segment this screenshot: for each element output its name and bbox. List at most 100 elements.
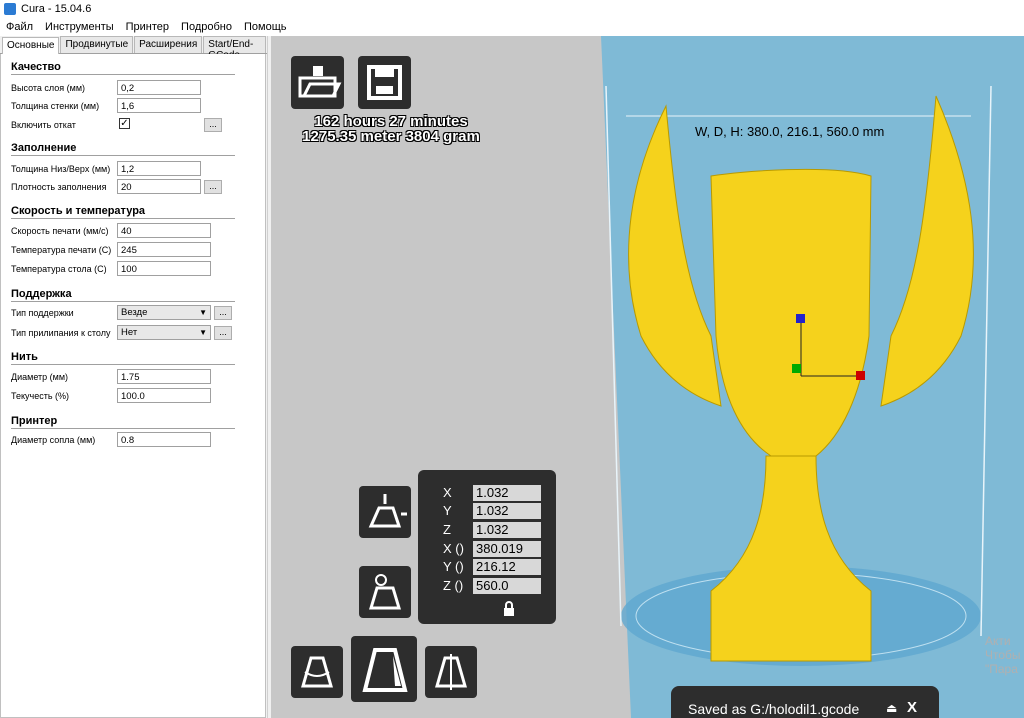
bottom-top-label: Толщина Низ/Верх (мм): [11, 164, 111, 174]
mirror-icon: [435, 654, 467, 690]
window-title: Cura - 15.04.6: [21, 3, 92, 15]
size-x-row: X () 380.019: [443, 541, 553, 557]
bed-temp-input[interactable]: 100: [117, 261, 211, 276]
load-model-button[interactable]: [291, 56, 344, 109]
size-y-label: Y (): [443, 559, 464, 574]
scale-z-label: Z: [443, 522, 451, 537]
nozzle-label: Диаметр сопла (мм): [11, 435, 96, 445]
retraction-label: Включить откат: [11, 120, 76, 130]
lay-flat-icon: [368, 494, 407, 528]
size-y-input[interactable]: 216.12: [473, 559, 541, 575]
size-z-label: Z (): [443, 578, 464, 593]
print-speed-label: Скорость печати (мм/с): [11, 226, 109, 236]
row-nozzle-diameter: Диаметр сопла (мм) 0.8: [11, 432, 261, 449]
tab-start-end-gcode[interactable]: Start/End-GCode: [203, 36, 266, 61]
model-dimensions: W, D, H: 380.0, 216.1, 560.0 mm: [695, 124, 885, 139]
scale-z-input[interactable]: 1.032: [473, 522, 541, 538]
tab-advanced[interactable]: Продвинутые: [60, 36, 134, 53]
section-quality: Качество: [11, 61, 235, 75]
support-settings-button[interactable]: ...: [214, 306, 232, 320]
row-fill-density: Плотность заполнения 20 ...: [11, 179, 261, 196]
rotate-tool-button[interactable]: [291, 646, 343, 698]
menu-help[interactable]: Помощь: [238, 21, 293, 33]
flow-input[interactable]: 100.0: [117, 388, 211, 403]
section-speed-temperature: Скорость и температура: [11, 205, 235, 219]
row-support-type: Тип поддержки Везде ▼ ...: [11, 305, 261, 322]
menu-file[interactable]: Файл: [0, 21, 39, 33]
row-retraction: Включить откат ✓ ...: [11, 117, 261, 134]
title-bar: Cura - 15.04.6: [0, 0, 1024, 18]
support-type-label: Тип поддержки: [11, 308, 74, 318]
row-flow: Текучесть (%) 100.0: [11, 388, 261, 405]
menu-expert[interactable]: Подробно: [175, 21, 238, 33]
fill-density-input[interactable]: 20: [117, 179, 201, 194]
scale-y-input[interactable]: 1.032: [473, 503, 541, 519]
scale-panel: X 1.032 Y 1.032 Z 1.032 X () 380.019 Y () 216…: [418, 470, 556, 624]
section-printer: Принтер: [11, 415, 235, 429]
bed-temp-label: Температура стола (C): [11, 264, 107, 274]
watermark-line-1: Акти: [985, 634, 1011, 648]
chevron-down-icon: ▼: [199, 328, 207, 337]
diameter-label: Диаметр (мм): [11, 372, 69, 382]
scale-x-input[interactable]: 1.032: [473, 485, 541, 501]
size-z-input[interactable]: 560.0: [473, 578, 541, 594]
size-x-input[interactable]: 380.019: [473, 541, 541, 557]
x-axis-handle: [856, 371, 865, 380]
settings-panel: Основные Продвинутые Расширения Start/En…: [0, 36, 268, 718]
menu-printer[interactable]: Принтер: [120, 21, 175, 33]
print-temp-input[interactable]: 245: [117, 242, 211, 257]
scale-icon: [362, 648, 408, 692]
fill-density-label: Плотность заполнения: [11, 182, 107, 192]
print-time-text: 162 hours 27 minutes: [314, 113, 468, 130]
layer-height-label: Высота слоя (мм): [11, 83, 86, 93]
adhesion-settings-button[interactable]: ...: [214, 326, 232, 340]
floppy-disk-icon: [367, 65, 402, 100]
diameter-input[interactable]: 1.75: [117, 369, 211, 384]
tab-basic[interactable]: Основные: [2, 37, 60, 55]
save-status-bar: Saved as G:/holodil1.gcode ⏏ X: [671, 686, 939, 718]
scale-tool-button[interactable]: [351, 636, 417, 702]
support-type-select[interactable]: Везде ▼: [117, 305, 211, 320]
tab-plugins[interactable]: Расширения: [134, 36, 203, 53]
print-speed-input[interactable]: 40: [117, 223, 211, 238]
row-layer-height: Высота слоя (мм) 0,2: [11, 80, 261, 97]
menu-tools[interactable]: Инструменты: [39, 21, 120, 33]
layer-height-input[interactable]: 0,2: [117, 80, 201, 95]
row-print-speed: Скорость печати (мм/с) 40: [11, 223, 261, 240]
scale-x-label: X: [443, 485, 452, 500]
cura-app-icon: [4, 3, 16, 15]
fill-settings-button[interactable]: ...: [204, 180, 222, 194]
retraction-checkbox[interactable]: ✓: [119, 118, 130, 129]
adhesion-type-value: Нет: [121, 327, 138, 338]
watermark-line-3: "Пара: [985, 662, 1018, 676]
adhesion-type-label: Тип прилипания к столу: [11, 328, 111, 338]
row-print-temperature: Температура печати (C) 245: [11, 242, 261, 259]
reset-button[interactable]: [359, 566, 411, 618]
activation-watermark: Акти Чтобы "Пара: [985, 634, 1021, 676]
menu-bar: Файл Инструменты Принтер Подробно Помощь: [0, 18, 1024, 36]
wall-thickness-input[interactable]: 1,6: [117, 98, 201, 113]
close-status-button[interactable]: X: [907, 699, 917, 716]
print-time-info: 162 hours 27 minutes 1275.35 meter 3804 …: [271, 114, 511, 144]
adhesion-type-select[interactable]: Нет ▼: [117, 325, 211, 340]
scale-y-row: Y 1.032: [443, 503, 553, 519]
scale-z-row: Z 1.032: [443, 522, 553, 538]
bottom-top-input[interactable]: 1,2: [117, 161, 201, 176]
print-temp-label: Температура печати (C): [11, 245, 112, 255]
lay-flat-button[interactable]: [359, 486, 411, 538]
save-status-text: Saved as G:/holodil1.gcode: [688, 701, 860, 717]
lock-icon[interactable]: [502, 601, 516, 617]
chevron-down-icon: ▼: [199, 308, 207, 317]
nozzle-input[interactable]: 0.8: [117, 432, 211, 447]
eject-icon[interactable]: ⏏: [886, 701, 897, 715]
print-usage-text: 1275.35 meter 3804 gram: [302, 128, 480, 145]
row-adhesion-type: Тип прилипания к столу Нет ▼ ...: [11, 325, 261, 342]
scale-y-label: Y: [443, 503, 452, 518]
flow-label: Текучесть (%): [11, 391, 70, 401]
save-gcode-button[interactable]: [358, 56, 411, 109]
3d-viewport[interactable]: 162 hours 27 minutes 1275.35 meter 3804 …: [271, 36, 1024, 718]
z-axis-handle: [796, 314, 805, 323]
size-z-row: Z () 560.0: [443, 578, 553, 594]
retraction-settings-button[interactable]: ...: [204, 118, 222, 132]
mirror-tool-button[interactable]: [425, 646, 477, 698]
